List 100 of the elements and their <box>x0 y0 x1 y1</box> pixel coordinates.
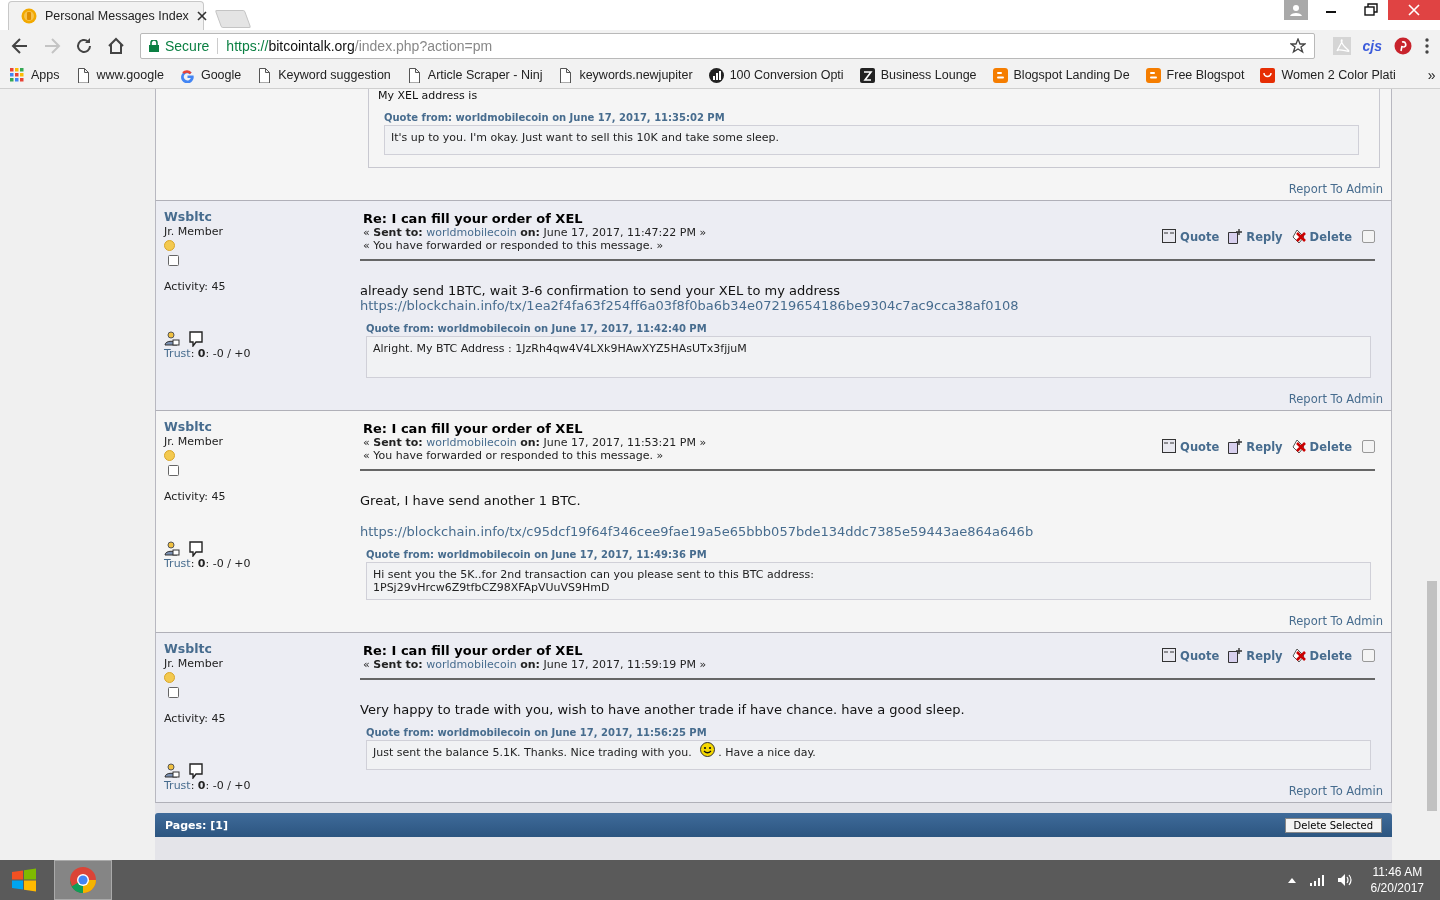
speech-bubble-icon[interactable] <box>188 541 204 557</box>
blogger-icon <box>992 67 1008 83</box>
trust-link[interactable]: Trust <box>164 347 191 360</box>
activity-count: Activity: 45 <box>164 490 226 503</box>
url-text: https://bitcointalk.org/index.php?action=pm <box>226 38 493 54</box>
delete-selected-button[interactable]: Delete Selected <box>1284 817 1382 833</box>
lock-icon <box>149 40 159 52</box>
new-page-icon <box>1228 648 1244 663</box>
reload-icon[interactable] <box>74 36 94 56</box>
user-icon[interactable] <box>164 541 180 556</box>
status-icon <box>168 255 179 266</box>
activity-count: Activity: 45 <box>164 280 226 293</box>
forwarded-note: « You have forwarded or responded to this message. » <box>363 449 665 462</box>
speaker-icon[interactable] <box>1336 873 1353 887</box>
recipient-link[interactable]: worldmobilecoin <box>426 436 517 449</box>
activity-count: Activity: 45 <box>164 712 226 725</box>
message-text: already send 1BTC, wait 3-6 confirmation to send your XEL to my address <box>360 283 842 298</box>
bookmark[interactable]: Article Scraper - Ninj <box>406 67 543 83</box>
message-subject: Re: I can fill your order of XEL <box>363 643 584 658</box>
author-link[interactable]: Wsbltc <box>164 419 212 434</box>
new-page-icon <box>1228 229 1244 244</box>
quote-header[interactable]: Quote from: worldmobilecoin on June 17, 2017, 11:49:36 PM <box>366 549 1371 560</box>
bar-chart-icon <box>708 67 724 83</box>
transaction-link[interactable]: https://blockchain.info/tx/c95dcf19f64f346cee9fae19a5e65bbb057bde134ddc7385e59443ae864a646b <box>360 524 1383 539</box>
message-text: Very happy to trade with you, wish to have another trade if have chance. have a good sleep. <box>360 702 966 717</box>
network-icon[interactable] <box>1308 874 1325 886</box>
report-link[interactable]: Report To Admin <box>1288 614 1383 628</box>
delete-icon <box>1291 648 1307 663</box>
secure-label: Secure <box>165 38 210 54</box>
reply-button[interactable]: Reply <box>1228 648 1283 663</box>
new-page-icon <box>1228 439 1244 454</box>
star-icon[interactable] <box>1289 38 1306 54</box>
select-checkbox[interactable] <box>1362 649 1375 662</box>
bookmark[interactable]: Keyword suggestion <box>257 67 391 83</box>
more-bookmarks-button[interactable]: » <box>1427 67 1436 83</box>
page-icon <box>406 67 422 83</box>
bookmark[interactable]: Blogspot Landing De <box>992 67 1130 83</box>
quote-text: Just sent the balance 5.1K. Thanks. Nice trading with you. . Have a nice day. <box>373 746 1364 759</box>
close-icon[interactable] <box>196 11 207 21</box>
delete-button[interactable]: Delete <box>1291 648 1352 663</box>
reply-button[interactable]: Reply <box>1228 229 1283 244</box>
message-subject: Re: I can fill your order of XEL <box>363 421 584 436</box>
bookmark[interactable]: keywords.newjupiter <box>558 67 693 83</box>
trust-link[interactable]: Trust <box>164 557 191 570</box>
blogger-icon <box>1145 67 1161 83</box>
speech-bubble-icon[interactable] <box>188 331 204 347</box>
delete-button[interactable]: Delete <box>1291 229 1352 244</box>
delete-button[interactable]: Delete <box>1291 439 1352 454</box>
quote-text: Hi sent you the 5K..for 2nd transaction can you please sent to this BTC address: <box>373 568 815 581</box>
browser-tab[interactable]: Personal Messages Index <box>8 1 204 30</box>
extension-label[interactable]: cjs <box>1362 38 1382 54</box>
recipient-link[interactable]: worldmobilecoin <box>426 658 517 671</box>
report-link[interactable]: Report To Admin <box>1288 784 1383 798</box>
bookmark[interactable]: Google <box>179 67 242 83</box>
clock-date[interactable]: 6/20/2017 <box>1370 880 1424 896</box>
address-bar[interactable]: Secure https://bitcointalk.org/index.php?action=pm <box>140 33 1315 59</box>
delete-icon <box>1291 439 1307 454</box>
bookmark[interactable]: Business Lounge <box>859 67 977 83</box>
pin-icon[interactable] <box>1394 37 1412 55</box>
quote-header[interactable]: Quote from: worldmobilecoin on June 17, 2017, 11:56:25 PM <box>366 727 1371 738</box>
bookmark[interactable]: Free Blogspot <box>1145 67 1245 83</box>
report-link[interactable]: Report To Admin <box>1288 392 1383 406</box>
transaction-link[interactable]: https://blockchain.info/tx/1ea2f4fa63f254ff6a03f8f0ba6b34e07219654186be9304c7ac9cca38af0108 <box>360 298 1383 313</box>
home-icon[interactable] <box>106 36 126 56</box>
quote-header[interactable]: Quote from: worldmobilecoin on June 17, 2017, 11:42:40 PM <box>366 323 1371 334</box>
coin-icon <box>164 450 175 461</box>
quote-button[interactable]: Quote <box>1162 648 1220 663</box>
coin-icon <box>164 672 175 683</box>
bookmark[interactable]: Apps <box>10 67 60 83</box>
page-icon <box>257 67 273 83</box>
report-link[interactable]: Report To Admin <box>1288 182 1383 196</box>
author-link[interactable]: Wsbltc <box>164 209 212 224</box>
reply-button[interactable]: Reply <box>1228 439 1283 454</box>
quote-button[interactable]: Quote <box>1162 439 1220 454</box>
bookmark[interactable]: 100 Conversion Opti <box>708 67 844 83</box>
status-icon <box>168 687 179 698</box>
trust-score: Trust: 0: -0 / +0 <box>164 779 251 792</box>
menu-icon[interactable] <box>1424 37 1430 55</box>
clock-time[interactable]: 11:46 AM <box>1372 864 1423 880</box>
member-rank: Jr. Member <box>164 657 223 670</box>
bookmark[interactable]: www.google <box>75 67 164 83</box>
select-checkbox[interactable] <box>1362 440 1375 453</box>
quote-button[interactable]: Quote <box>1162 229 1220 244</box>
quote-icon <box>1162 648 1178 663</box>
trust-link[interactable]: Trust <box>164 779 191 792</box>
user-icon[interactable] <box>164 331 180 346</box>
back-icon[interactable] <box>10 36 30 56</box>
select-checkbox[interactable] <box>1362 230 1375 243</box>
caret-up-icon[interactable] <box>1286 876 1297 884</box>
recipient-link[interactable]: worldmobilecoin <box>426 226 517 239</box>
bookmark[interactable]: Women 2 Color Plati <box>1260 67 1396 83</box>
message-meta: « Sent to: worldmobilecoin on: June 17, 2017, 11:53:21 PM » <box>363 436 708 449</box>
pages-label: Pages: [1] <box>165 818 228 832</box>
user-icon[interactable] <box>164 763 180 778</box>
author-link[interactable]: Wsbltc <box>164 641 212 656</box>
member-rank: Jr. Member <box>164 225 223 238</box>
bitcoin-icon <box>21 8 37 24</box>
quote-header[interactable]: Quote from: worldmobilecoin on June 17, 2017, 11:35:02 PM <box>384 112 1359 123</box>
taskbar-app[interactable] <box>54 860 112 900</box>
speech-bubble-icon[interactable] <box>188 763 204 779</box>
